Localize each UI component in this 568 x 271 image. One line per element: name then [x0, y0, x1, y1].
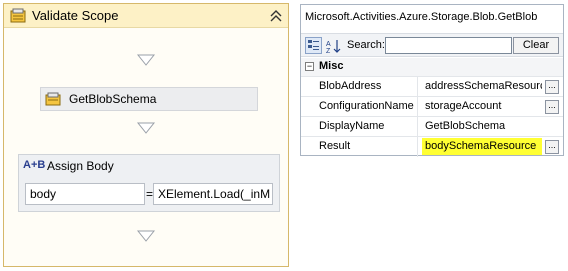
property-name: Result	[319, 140, 351, 152]
column-divider	[417, 137, 418, 157]
drop-arrow-icon	[136, 54, 156, 66]
property-value-field[interactable]: addressSchemaResource	[422, 78, 542, 95]
activity-label: GetBlobSchema	[69, 92, 157, 106]
ellipsis-button[interactable]: ...	[545, 140, 559, 154]
sort-az-icon: A Z	[326, 40, 341, 55]
svg-text:Z: Z	[326, 48, 331, 55]
assign-to-field[interactable]: body	[25, 183, 145, 205]
property-row-displayname[interactable]: DisplayName GetBlobSchema	[301, 116, 563, 137]
property-row-blobaddress[interactable]: BlobAddress addressSchemaResource ...	[301, 76, 563, 97]
assign-equals: =	[146, 187, 154, 201]
svg-text:A: A	[326, 41, 331, 48]
sort-alphabetical-button[interactable]: A Z	[324, 37, 341, 55]
property-name: ConfigurationName	[319, 100, 414, 112]
property-row-result[interactable]: Result bodySchemaResource ...	[301, 136, 563, 157]
properties-toolbar: A Z Search: Clear	[301, 33, 563, 57]
drop-arrow-icon	[136, 122, 156, 134]
assign-value-field[interactable]: XElement.Load(_inM	[153, 183, 273, 205]
column-divider	[417, 97, 418, 117]
scope-icon	[10, 8, 26, 23]
search-label: Search:	[347, 39, 385, 51]
category-label: Misc	[319, 60, 344, 72]
property-name: BlobAddress	[319, 80, 382, 92]
properties-panel: Microsoft.Activities.Azure.Storage.Blob.…	[300, 4, 564, 157]
assign-icon: A+B	[23, 159, 46, 171]
property-name: DisplayName	[319, 120, 385, 132]
collapse-category-icon[interactable]: −	[305, 62, 314, 71]
categorized-icon	[308, 40, 319, 50]
property-value-field[interactable]: storageAccount	[422, 98, 542, 115]
validate-scope-container[interactable]: Validate Scope GetBlobSchema A+B Assign …	[3, 3, 289, 267]
activity-icon	[45, 92, 61, 106]
categorized-view-button[interactable]	[305, 37, 322, 54]
assign-body-activity[interactable]: A+B Assign Body body = XElement.Load(_in…	[18, 154, 280, 212]
property-value-field[interactable]: bodySchemaResource	[422, 138, 542, 155]
property-value-field[interactable]: GetBlobSchema	[422, 118, 542, 135]
assign-title: Assign Body	[47, 159, 114, 173]
activity-getblobschema[interactable]: GetBlobSchema	[40, 87, 258, 111]
column-divider	[417, 117, 418, 137]
properties-title: Microsoft.Activities.Azure.Storage.Blob.…	[305, 11, 538, 23]
collapse-up-icon[interactable]	[268, 8, 284, 24]
ellipsis-button[interactable]: ...	[545, 80, 559, 94]
clear-button[interactable]: Clear	[513, 37, 559, 54]
category-misc[interactable]: − Misc	[301, 58, 563, 76]
scope-title: Validate Scope	[32, 8, 119, 23]
property-row-configurationname[interactable]: ConfigurationName storageAccount ...	[301, 96, 563, 117]
scope-header[interactable]: Validate Scope	[4, 4, 288, 28]
column-divider	[417, 77, 418, 97]
ellipsis-button[interactable]: ...	[545, 100, 559, 114]
search-input[interactable]	[385, 37, 512, 54]
drop-arrow-icon	[136, 230, 156, 242]
